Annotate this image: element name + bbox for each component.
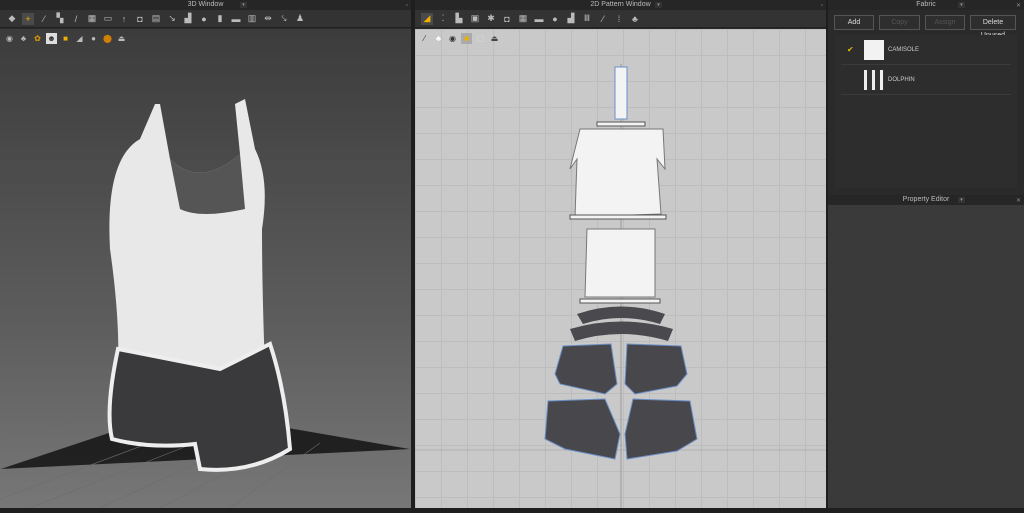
- property-editor-panel: Property Editor ▾ ✕: [828, 195, 1024, 508]
- flip-icon[interactable]: ⤥: [278, 13, 290, 25]
- pin-icon[interactable]: ▭: [102, 13, 114, 25]
- tacking-icon[interactable]: ▟: [182, 13, 194, 25]
- internal-polygon-icon[interactable]: ✱: [485, 13, 497, 25]
- maximize-icon[interactable]: ▫: [821, 1, 823, 11]
- maximize-icon[interactable]: ▫: [406, 1, 408, 11]
- 3d-subtoolbar: ◉ ♣ ✿ ☻ ■ ◢ ● ⬤ ⏏: [4, 33, 127, 44]
- button-icon[interactable]: ●: [198, 13, 210, 25]
- avatar-hide-icon[interactable]: ●: [88, 33, 99, 44]
- dropdown-icon[interactable]: ▾: [958, 2, 965, 8]
- sew-display-icon[interactable]: ⁄: [419, 33, 430, 44]
- close-icon[interactable]: ✕: [1016, 1, 1021, 11]
- fabric-titlebar: Fabric ▾ ✕: [828, 0, 1024, 10]
- export-icon[interactable]: ⏏: [116, 33, 127, 44]
- polygon-icon[interactable]: ▙: [453, 13, 465, 25]
- 3d-viewport[interactable]: ◉ ♣ ✿ ☻ ■ ◢ ● ⬤ ⏏: [0, 29, 412, 509]
- segment-sew-icon[interactable]: ⁄: [38, 13, 50, 25]
- topstitch-icon[interactable]: ▬: [230, 13, 242, 25]
- fabric-panel: Fabric ▾ ✕ Add Copy Assign Delete Unused ✔…: [828, 0, 1024, 508]
- dropdown-icon[interactable]: ▾: [958, 197, 965, 203]
- fabric-thumbnail: [864, 70, 884, 90]
- transform-pattern-icon[interactable]: ◢: [421, 12, 433, 25]
- 2d-viewport[interactable]: ⁄ ♣ ◉ ■ ▢ ⏏: [415, 29, 826, 508]
- close-icon[interactable]: ✕: [1016, 196, 1021, 206]
- line-icon[interactable]: /: [70, 13, 82, 25]
- 2d-window-title: 2D Pattern Window: [590, 1, 651, 8]
- delete-unused-button[interactable]: Delete Unused: [970, 15, 1016, 39]
- 3d-window-titlebar: 3D Window ▾ ▫: [0, 0, 411, 10]
- tape-icon[interactable]: Ⅲ: [581, 13, 593, 25]
- mesh-icon[interactable]: ▢: [475, 33, 486, 44]
- fill-icon[interactable]: ■: [461, 33, 472, 44]
- 2d-toolbar: ◢ ⁚ ▙ ▣ ✱ ◘ ▦ ▬ ● ▟ Ⅲ ⁄ ⁞ ♣: [415, 10, 826, 28]
- 2d-window-titlebar: 2D Pattern Window ▾ ▫: [415, 0, 826, 10]
- line-icon[interactable]: ⁄: [597, 13, 609, 25]
- dropdown-icon[interactable]: ▾: [240, 2, 247, 8]
- 2d-subtoolbar: ⁄ ♣ ◉ ■ ▢ ⏏: [419, 33, 500, 44]
- copy-button[interactable]: Copy: [879, 15, 920, 30]
- measure-icon[interactable]: ◉: [447, 33, 458, 44]
- trace-icon[interactable]: ♣: [433, 33, 444, 44]
- free-sew-icon[interactable]: ▚: [54, 13, 66, 25]
- elastic-icon[interactable]: ⇹: [262, 13, 274, 25]
- avatar-display-icon[interactable]: ◉: [4, 33, 15, 44]
- check-icon: ✔: [847, 45, 854, 54]
- export-icon[interactable]: ⏏: [489, 33, 500, 44]
- free-sew-icon[interactable]: ▦: [517, 13, 529, 25]
- segment-sew-icon[interactable]: ◘: [501, 13, 513, 25]
- 2d-pattern-window: 2D Pattern Window ▾ ▫ ◢ ⁚ ▙ ▣ ✱ ◘ ▦ ▬ ● ▟ …: [415, 0, 826, 508]
- property-editor-title: Property Editor: [902, 196, 950, 203]
- select-move-icon[interactable]: +: [22, 12, 34, 25]
- property-editor-titlebar: Property Editor ▾ ✕: [828, 195, 1024, 205]
- render-icon[interactable]: ⬤: [102, 33, 113, 44]
- add-button[interactable]: Add: [834, 15, 874, 30]
- fabric-item-dolphin[interactable]: DOLPHIN: [841, 65, 1011, 95]
- fabric-name: CAMISOLE: [888, 47, 920, 53]
- rectangle-icon[interactable]: ▣: [469, 13, 481, 25]
- steam-icon[interactable]: ▟: [565, 13, 577, 25]
- dropdown-icon[interactable]: ▾: [655, 2, 662, 8]
- texture-icon[interactable]: ✿: [32, 33, 43, 44]
- fold-icon[interactable]: ▦: [86, 13, 98, 25]
- edit-point-icon[interactable]: ⁚: [437, 13, 449, 25]
- fold-icon[interactable]: ▬: [533, 13, 545, 25]
- mesh-icon[interactable]: ◢: [74, 33, 85, 44]
- 3d-window: 3D Window ▾ ▫ ◆ + ⁄ ▚ / ▦ ▭ ↑ ◘ ▤ ↘ ▟ ● ▮ …: [0, 0, 412, 509]
- avatar-tool-icon[interactable]: ◆: [6, 13, 18, 25]
- tack-icon[interactable]: ●: [549, 13, 561, 25]
- steam-icon[interactable]: ▤: [150, 13, 162, 25]
- fabric-list: ✔ CAMISOLE DOLPHIN: [835, 35, 1017, 188]
- 3d-garment-render: [0, 99, 412, 509]
- topstitch-icon[interactable]: ⁞: [613, 13, 625, 25]
- 3d-toolbar: ◆ + ⁄ ▚ / ▦ ▭ ↑ ◘ ▤ ↘ ▟ ● ▮ ▬ ▥ ⇹ ⤥ ♟: [0, 10, 411, 28]
- puckering-icon[interactable]: ◘: [134, 13, 146, 25]
- 3d-window-title: 3D Window: [187, 1, 224, 8]
- fabric-item-camisole[interactable]: ✔ CAMISOLE: [841, 35, 1011, 65]
- fabric-thumbnail: [864, 40, 884, 60]
- zipper-icon[interactable]: ▥: [246, 13, 258, 25]
- tape-icon[interactable]: ↘: [166, 13, 178, 25]
- pattern-pieces: [415, 64, 826, 508]
- skin-icon[interactable]: ☻: [46, 33, 57, 44]
- assign-button[interactable]: Assign: [925, 15, 965, 30]
- garment-display-icon[interactable]: ♣: [18, 33, 29, 44]
- fabric-title: Fabric: [916, 1, 936, 8]
- tack-icon[interactable]: ↑: [118, 13, 130, 25]
- fabric-icon[interactable]: ■: [60, 33, 71, 44]
- walk-icon[interactable]: ♟: [294, 13, 306, 25]
- fabric-name: DOLPHIN: [888, 77, 915, 83]
- buttonhole-icon[interactable]: ▮: [214, 13, 226, 25]
- garment-icon[interactable]: ♣: [629, 13, 641, 25]
